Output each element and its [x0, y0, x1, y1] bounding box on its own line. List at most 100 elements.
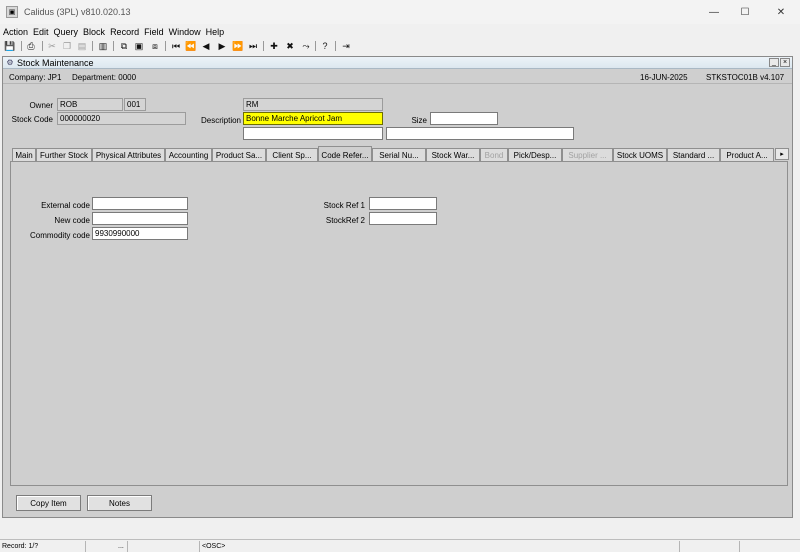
print-icon[interactable]: ⎙: [25, 40, 37, 52]
menu-action[interactable]: Action: [0, 27, 30, 37]
toolbar-separator: [263, 41, 264, 51]
save-icon[interactable]: 💾: [4, 40, 16, 52]
size-label: Size: [411, 116, 427, 125]
count-query-icon[interactable]: ⧈: [149, 40, 161, 52]
menu-help[interactable]: Help: [203, 27, 227, 37]
status-ellipsis-text: ...: [118, 543, 124, 550]
menu-query[interactable]: Query: [51, 27, 81, 37]
owner-code-field[interactable]: ROB: [57, 98, 123, 111]
status-ellipsis: ...: [118, 541, 200, 552]
tab-bond[interactable]: Bond: [480, 148, 508, 162]
delete-record-icon[interactable]: ✖: [284, 40, 296, 52]
next-record-icon[interactable]: ▶: [216, 40, 228, 52]
toolbar-separator: [42, 41, 43, 51]
last-record-icon[interactable]: ⏭: [247, 40, 259, 52]
menu-edit[interactable]: Edit: [30, 27, 51, 37]
paste-icon[interactable]: ▤: [76, 40, 88, 52]
window-titlebar: ▣ Calidus (3PL) v810.020.13 — ☐ ✕: [0, 0, 800, 24]
form-close-button[interactable]: ×: [780, 58, 790, 67]
tab-supplier[interactable]: Supplier ...: [562, 148, 613, 162]
code-references-panel: External code New code Commodity code 99…: [10, 161, 788, 486]
description-line3-field[interactable]: [386, 127, 574, 140]
status-cell-empty: [740, 541, 800, 552]
rm-field[interactable]: RM: [243, 98, 383, 111]
tab-scroll-right-icon[interactable]: ▸: [775, 148, 789, 160]
stock-ref1-label: Stock Ref 1: [323, 201, 365, 210]
tab-main[interactable]: Main: [12, 148, 36, 162]
status-cell-empty: [680, 541, 740, 552]
toolbar-separator: [113, 41, 114, 51]
form-infobar: Company: JP1 Department: 0000 16-JUN-202…: [3, 70, 792, 84]
statusbar: Record: 1/? ... <OSC>: [0, 539, 800, 552]
insert-record-icon[interactable]: ✚: [268, 40, 280, 52]
previous-record-icon[interactable]: ◀: [200, 40, 212, 52]
company-text: Company: JP1: [9, 73, 62, 82]
external-code-field[interactable]: [92, 197, 188, 210]
tab-further-stock[interactable]: Further Stock: [36, 148, 92, 162]
previous-block-icon[interactable]: ⏪: [185, 40, 197, 52]
toolbar: 💾 ⎙ ✂ ❐ ▤ ▥ ⧉ ▣ ⧈ ⏮ ⏪ ◀ ▶ ⏩ ⏭ ✚ ✖ ⤳ ? ⇥: [0, 39, 800, 54]
menu-field[interactable]: Field: [141, 27, 166, 37]
notes-button[interactable]: Notes: [87, 495, 152, 511]
first-record-icon[interactable]: ⏮: [170, 40, 182, 52]
commodity-code-label: Commodity code: [29, 231, 90, 240]
new-code-field[interactable]: [92, 212, 188, 225]
owner-label: Owner: [29, 101, 53, 110]
commodity-code-field[interactable]: 9930990000: [92, 227, 188, 240]
enter-query-icon[interactable]: ⧉: [118, 40, 130, 52]
stock-code-field[interactable]: 000000020: [57, 112, 186, 125]
stock-ref1-field[interactable]: [369, 197, 437, 210]
osc-status: <OSC>: [200, 541, 680, 552]
stock-ref2-field[interactable]: [369, 212, 437, 225]
minimize-button[interactable]: —: [697, 0, 731, 24]
tab-pick-desp[interactable]: Pick/Desp...: [508, 148, 562, 162]
menu-record[interactable]: Record: [107, 27, 141, 37]
tab-standard[interactable]: Standard ...: [667, 148, 720, 162]
tab-product-sa[interactable]: Product Sa...: [212, 148, 266, 162]
stock-ref2-label: StockRef 2: [325, 216, 365, 225]
form-icon: ⚙: [6, 58, 14, 67]
description-field[interactable]: Bonne Marche Apricot Jam: [243, 112, 383, 125]
menu-window[interactable]: Window: [166, 27, 203, 37]
next-block-icon[interactable]: ⏩: [232, 40, 244, 52]
tab-physical-attributes[interactable]: Physical Attributes: [92, 148, 165, 162]
maximize-button[interactable]: ☐: [728, 0, 762, 24]
help-icon[interactable]: ?: [319, 40, 331, 52]
toolbar-separator: [335, 41, 336, 51]
tab-stock-war[interactable]: Stock War...: [426, 148, 480, 162]
tab-stock-uoms[interactable]: Stock UOMS: [613, 148, 667, 162]
form-title: Stock Maintenance: [17, 57, 94, 68]
cut-icon[interactable]: ✂: [46, 40, 58, 52]
tab-serial-nu[interactable]: Serial Nu...: [372, 148, 426, 162]
toolbar-separator: [315, 41, 316, 51]
form-minimize-button[interactable]: _: [769, 58, 779, 67]
toolbar-separator: [165, 41, 166, 51]
description-line2-field[interactable]: [243, 127, 383, 140]
new-code-label: New code: [54, 216, 90, 225]
stock-code-label: Stock Code: [11, 115, 53, 124]
menubar: Action Edit Query Block Record Field Win…: [0, 25, 800, 39]
module-text: STKSTOC01B v4.107: [706, 73, 785, 82]
tab-accounting[interactable]: Accounting: [165, 148, 212, 162]
clear-icon[interactable]: ▥: [97, 40, 109, 52]
size-field[interactable]: [430, 112, 498, 125]
window-title: Calidus (3PL) v810.020.13: [24, 7, 131, 17]
execute-query-icon[interactable]: ▣: [133, 40, 145, 52]
copy-item-button[interactable]: Copy Item: [16, 495, 81, 511]
app-icon: ▣: [6, 6, 18, 18]
tab-client-sp[interactable]: Client Sp...: [266, 148, 318, 162]
owner-sub-field[interactable]: 001: [124, 98, 146, 111]
exit-icon[interactable]: ⇥: [340, 40, 352, 52]
duplicate-record-icon[interactable]: ⤳: [300, 40, 312, 52]
form-titlebar: ⚙ Stock Maintenance _ ×: [3, 57, 792, 69]
tab-product-a[interactable]: Product A...: [720, 148, 774, 162]
department-text: Department: 0000: [72, 73, 137, 82]
copy-icon[interactable]: ❐: [61, 40, 73, 52]
description-label: Description: [200, 116, 241, 125]
menu-block[interactable]: Block: [80, 27, 107, 37]
toolbar-separator: [92, 41, 93, 51]
date-text: 16-JUN-2025: [640, 73, 688, 82]
close-button[interactable]: ✕: [764, 0, 798, 24]
record-status: Record: 1/?: [0, 541, 86, 552]
external-code-label: External code: [41, 201, 90, 210]
